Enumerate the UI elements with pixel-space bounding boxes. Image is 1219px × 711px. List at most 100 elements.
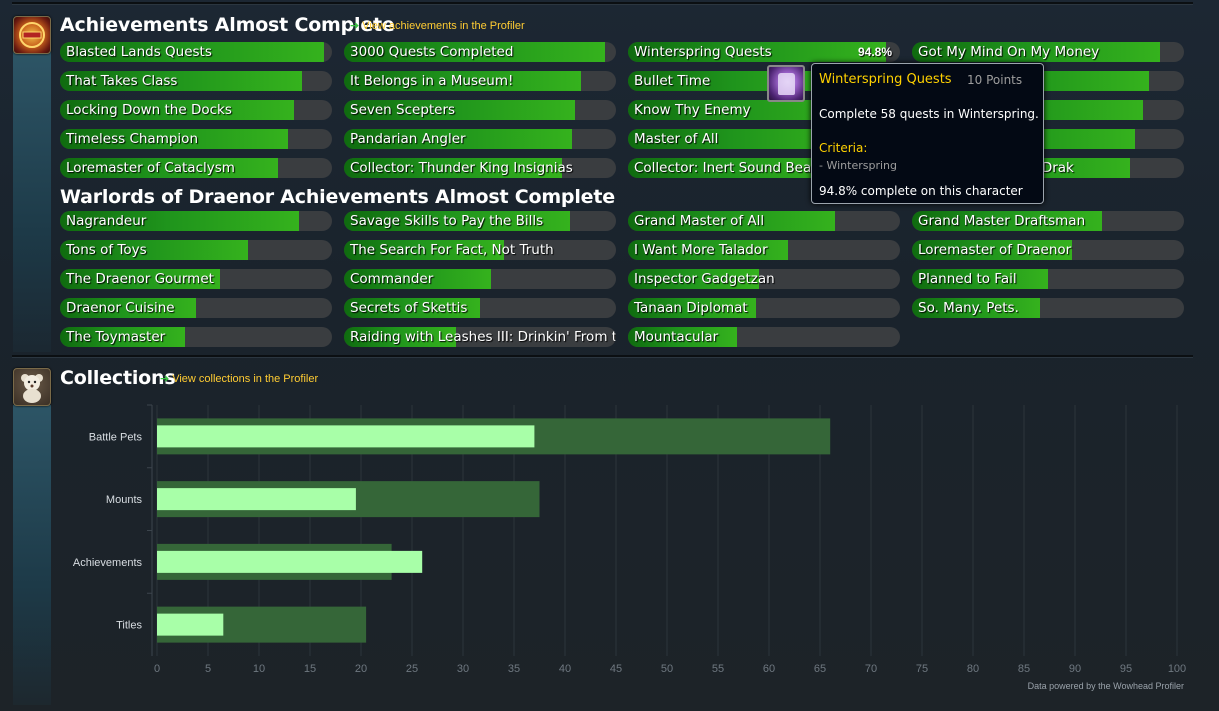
collections-section-title: Collections: [60, 367, 176, 389]
x-tick-label: 80: [967, 663, 979, 675]
owned-bar: [157, 488, 356, 511]
achievement-name: Tanaan Diplomat: [634, 300, 748, 316]
achievement-progress-bar[interactable]: The Search For Fact, Not Truth: [344, 240, 616, 260]
x-tick-label: 40: [559, 663, 571, 675]
achievement-tooltip: Winterspring Quests 10 Points Complete 5…: [767, 63, 1044, 204]
achievements-side-stripe: [13, 52, 51, 352]
achievement-progress-bar[interactable]: Inspector Gadgetzan: [628, 269, 900, 289]
x-tick-label: 15: [304, 663, 316, 675]
x-tick-label: 25: [406, 663, 418, 675]
collections-divider: [12, 355, 1193, 358]
achievement-progress-bar[interactable]: Blasted Lands Quests: [60, 42, 332, 62]
achievement-name: The Search For Fact, Not Truth: [350, 242, 554, 258]
x-tick-label: 65: [814, 663, 826, 675]
achievement-name: So. Many. Pets.: [918, 300, 1019, 316]
achievements-section-title: Achievements Almost Complete: [60, 14, 395, 36]
achievement-progress-bar[interactable]: Grand Master of All: [628, 211, 900, 231]
achievement-name: Loremaster of Draenor: [918, 242, 1072, 258]
achievement-progress-bar[interactable]: Planned to Fail: [912, 269, 1184, 289]
category-label: Mounts: [106, 494, 143, 506]
achievement-progress-bar[interactable]: Tanaan Diplomat: [628, 298, 900, 318]
achievement-name: Master of All: [634, 131, 719, 147]
achievement-progress-bar[interactable]: Raiding with Leashes III: Drinkin' From …: [344, 327, 616, 347]
achievement-name: Grand Master Draftsman: [918, 213, 1086, 229]
achievement-progress-bar[interactable]: Got My Mind On My Money: [912, 42, 1184, 62]
tooltip-criteria-item: - Winterspring: [819, 159, 897, 172]
achievement-progress-bar[interactable]: Savage Skills to Pay the Bills: [344, 211, 616, 231]
collections-chart-svg: 0 5 10 15 20 25 30 35 40 45 50 55 60 65 70 75 80 85 90 95 10…: [73, 404, 1186, 675]
x-tick-label: 50: [661, 663, 673, 675]
achievement-progress-bar[interactable]: Loremaster of Cataclysm: [60, 158, 332, 178]
achievement-name: Savage Skills to Pay the Bills: [350, 213, 544, 229]
achievement-progress-bar[interactable]: The Draenor Gourmet: [60, 269, 332, 289]
x-tick-label: 5: [205, 663, 211, 675]
achievement-percent: 94.8%: [857, 45, 892, 59]
achievement-progress-bar[interactable]: Timeless Champion: [60, 129, 332, 149]
achievement-name: Grand Master of All: [634, 213, 765, 229]
arrow-right-icon: ➔: [350, 20, 360, 32]
achievement-progress-bar[interactable]: Seven Scepters: [344, 100, 616, 120]
achievement-progress-bar[interactable]: Commander: [344, 269, 616, 289]
achievement-progress-bar[interactable]: Nagrandeur: [60, 211, 332, 231]
x-tick-label: 20: [355, 663, 367, 675]
achievement-name: It Belongs in a Museum!: [350, 73, 514, 89]
tooltip-title: Winterspring Quests: [819, 72, 952, 87]
achievement-name: Timeless Champion: [66, 131, 198, 147]
x-tick-label: 60: [763, 663, 775, 675]
owned-bar: [157, 550, 423, 573]
achievement-progress-bar[interactable]: Locking Down the Docks: [60, 100, 332, 120]
achievement-progress-bar[interactable]: That Takes Class: [60, 71, 332, 91]
wod-achievements-grid: Nagrandeur Savage Skills to Pay the Bills…: [60, 211, 1184, 347]
achievement-name: Tons of Toys: [66, 242, 147, 258]
achievement-progress-bar[interactable]: Loremaster of Draenor: [912, 240, 1184, 260]
x-tick-label: 30: [457, 663, 469, 675]
view-achievements-link-label: View achievements in the Profiler: [362, 20, 525, 32]
achievement-progress-bar[interactable]: Collector: Thunder King Insignias: [344, 158, 616, 178]
x-tick-label: 55: [712, 663, 724, 675]
collections-chart: 0 5 10 15 20 25 30 35 40 45 50 55 60 65 70 75 80 85 90 95 10…: [0, 400, 1219, 700]
achievement-name: 3000 Quests Completed: [350, 44, 514, 60]
view-collections-link-label: View collections in the Profiler: [172, 373, 319, 385]
achievement-name: Blasted Lands Quests: [66, 44, 212, 60]
view-collections-link[interactable]: ➔ View collections in the Profiler: [160, 372, 318, 385]
x-tick-label: 10: [253, 663, 265, 675]
view-achievements-link[interactable]: ➔ View achievements in the Profiler: [350, 19, 525, 32]
achievement-name: Collector: Thunder King Insignias: [350, 160, 573, 176]
achievement-progress-bar[interactable]: Pandarian Angler: [344, 129, 616, 149]
achievement-name: Planned to Fail: [918, 271, 1017, 287]
achievement-name: The Draenor Gourmet: [66, 271, 214, 287]
achievement-progress-bar[interactable]: 3000 Quests Completed: [344, 42, 616, 62]
achievement-name: Bullet Time: [634, 73, 711, 89]
achievement-progress-bar[interactable]: Secrets of Skettis: [344, 298, 616, 318]
achievement-name: I Want More Talador: [634, 242, 768, 258]
x-tick-label: 100: [1168, 663, 1186, 675]
x-tick-label: 75: [916, 663, 928, 675]
achievement-progress-bar[interactable]: Draenor Cuisine: [60, 298, 332, 318]
top-divider: [12, 2, 1193, 5]
achievement-name: Locking Down the Docks: [66, 102, 232, 118]
achievement-progress-bar[interactable]: Grand Master Draftsman: [912, 211, 1184, 231]
achievement-name: Pandarian Angler: [350, 131, 466, 147]
category-label: Achievements: [73, 557, 143, 569]
achievement-progress-bar[interactable]: So. Many. Pets.: [912, 298, 1184, 318]
achievement-progress-bar[interactable]: Tons of Toys: [60, 240, 332, 260]
x-tick-label: 70: [865, 663, 877, 675]
achievement-name: Draenor Cuisine: [66, 300, 175, 316]
achievement-progress-bar[interactable]: I Want More Talador: [628, 240, 900, 260]
achievement-name: Got My Mind On My Money: [918, 44, 1100, 60]
tooltip-description: Complete 58 quests in Winterspring.: [819, 107, 1039, 121]
x-tick-label: 45: [610, 663, 622, 675]
achievement-progress-bar[interactable]: Winterspring Quests 94.8%: [628, 42, 900, 62]
x-tick-label: 85: [1018, 663, 1030, 675]
category-label: Battle Pets: [89, 431, 143, 443]
profiler-credit: Data powered by the Wowhead Profiler: [1027, 681, 1184, 691]
achievement-emblem-graphic: [19, 22, 45, 48]
x-tick-label: 95: [1120, 663, 1132, 675]
achievement-progress-bar[interactable]: It Belongs in a Museum!: [344, 71, 616, 91]
achievement-progress-bar[interactable]: Mountacular: [628, 327, 900, 347]
achievement-name: The Toymaster: [66, 329, 166, 345]
winterspring-quest-icon: [767, 65, 805, 102]
owned-bar: [157, 613, 224, 636]
achievement-progress-bar[interactable]: The Toymaster: [60, 327, 332, 347]
achievement-name: Know Thy Enemy: [634, 102, 751, 118]
